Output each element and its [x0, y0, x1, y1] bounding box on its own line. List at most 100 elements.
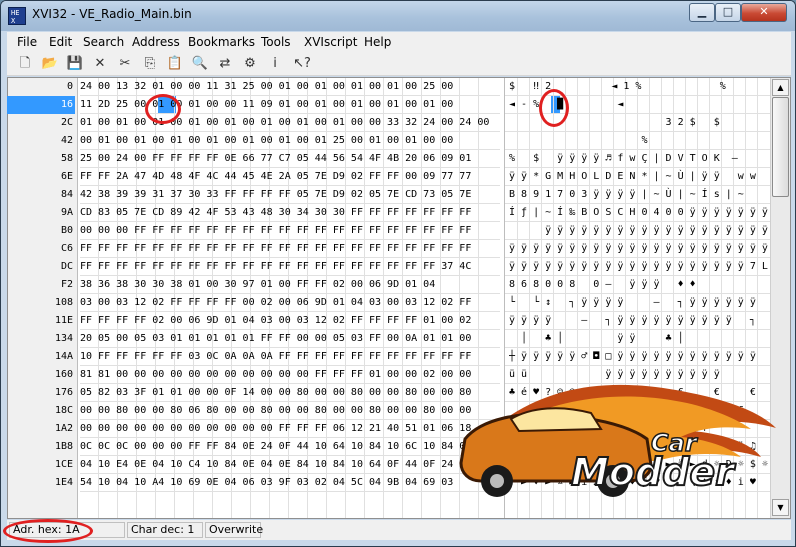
char-row[interactable]: ÿ ÿ ÿ ÿ ÿ ÿ ÿ ÿ ÿ ÿ ÿ ÿ ÿ ÿ ÿ ÿ ÿ ÿ ÿ — [509, 222, 769, 240]
hex-row[interactable]: FF FF FF FF FF FF FF FF FF FF FF FF FF F… — [80, 258, 500, 276]
hex-row[interactable]: 54 10 04 10 A4 10 69 0E 04 06 03 9F 03 0… — [80, 474, 500, 492]
address-label: 11E — [54, 315, 73, 326]
char-row[interactable]: % — [509, 132, 769, 150]
address-label: 14A — [54, 351, 73, 362]
address-label: 176 — [54, 387, 73, 398]
menu-search[interactable]: Search — [83, 35, 124, 49]
logo-text-modder: Modder — [571, 450, 736, 494]
char-row[interactable]: ÿ ÿ ÿ ÿ – ┐ ÿ ÿ ÿ ÿ ÿ ÿ ÿ ÿ ÿ ÿ ┐ — [509, 312, 769, 330]
hex-row[interactable]: FF FF FF FF FF FF FF FF FF FF FF FF FF F… — [80, 240, 500, 258]
char-row[interactable]: │ ♣ │ ÿ ÿ ♣ │ — [509, 330, 769, 348]
info-icon[interactable]: ⅰ — [265, 54, 285, 74]
new-file-icon[interactable]: 🗋 — [15, 54, 35, 74]
char-row[interactable]: ÿ ÿ ÿ ÿ ÿ ÿ ÿ ÿ ÿ ÿ ÿ ÿ ÿ ÿ ÿ ÿ ÿ ÿ ÿ ÿ … — [509, 258, 769, 276]
cut-icon[interactable]: ✂ — [115, 54, 135, 74]
address-label: 0 — [66, 81, 73, 92]
find-icon[interactable]: 🔍 — [190, 54, 210, 74]
address-column: 0 16 2C 42 58 6E 84 9A B0 C6 DC F2 108 11E 134 14A 160 17… — [7, 78, 78, 518]
menu-bar: File Edit Search Address Bookmarks Tools… — [7, 32, 791, 52]
menu-bookmarks[interactable]: Bookmarks — [188, 35, 255, 49]
hex-row[interactable]: 38 36 38 30 30 38 01 00 30 97 01 00 FF F… — [80, 276, 500, 294]
hex-row[interactable]: 10 FF FF FF FF FF 03 0C 0A 0A 0A FF FF F… — [80, 348, 500, 366]
hex-row[interactable]: 11 2D 25 00 01 00 01 00 00 11 09 01 00 0… — [80, 96, 500, 114]
minimize-button[interactable]: ▁ — [689, 3, 715, 22]
close-button[interactable]: ✕ — [741, 3, 787, 22]
address-label: C6 — [60, 243, 73, 254]
menu-edit[interactable]: Edit — [49, 35, 72, 49]
open-folder-icon[interactable]: 📂 — [40, 54, 60, 74]
save-icon[interactable]: 💾 — [65, 54, 85, 74]
address-label: 1B8 — [54, 441, 73, 452]
address-label: 84 — [60, 189, 73, 200]
hex-row[interactable]: 42 38 39 39 31 37 30 33 FF FF FF FF 05 7… — [80, 186, 500, 204]
address-label: 160 — [54, 369, 73, 380]
paste-icon[interactable]: 📋 — [165, 54, 185, 74]
address-label: 2C — [60, 117, 73, 128]
char-row[interactable]: B 8 9 1 7 0 3 ÿ ÿ ÿ ÿ | ~ Ù | ~ Í s | ~ — [509, 186, 769, 204]
address-label: 1A2 — [54, 423, 73, 434]
hex-row[interactable]: 20 05 00 05 03 01 01 01 01 01 FF FF 00 0… — [80, 330, 500, 348]
car-modder-logo: Car Modder — [459, 384, 776, 497]
settings-icon[interactable]: ⚙ — [240, 54, 260, 74]
char-highlight-circle — [539, 89, 569, 127]
delete-icon[interactable]: ✕ — [90, 54, 110, 74]
maximize-button[interactable]: □ — [715, 3, 741, 22]
hex-row[interactable]: 0C 0C 0C 00 00 00 FF FF 84 0E 24 0F 44 1… — [80, 438, 500, 456]
hex-row[interactable]: FF FF 2A 47 4D 48 4F 4C 44 45 4E 2A 05 7… — [80, 168, 500, 186]
hex-row[interactable]: 00 00 80 00 00 80 06 80 00 00 80 00 00 8… — [80, 402, 500, 420]
char-row[interactable]: ÿ ÿ ÿ ÿ ÿ ÿ ÿ ÿ ÿ ÿ ÿ ÿ ÿ ÿ ÿ ÿ ÿ ÿ ÿ ÿ … — [509, 240, 769, 258]
status-char-dec: Char dec: 1 — [127, 522, 203, 538]
hex-row[interactable]: 00 01 00 01 00 01 00 01 00 01 00 01 00 0… — [80, 132, 500, 150]
hex-pane[interactable]: 24 00 13 32 01 00 00 11 31 25 00 01 00 0… — [80, 78, 500, 518]
hex-row[interactable]: 05 82 03 3F 01 01 00 00 0F 14 00 00 80 0… — [80, 384, 500, 402]
help-icon[interactable]: ↖? — [290, 54, 314, 74]
hex-highlight-circle — [145, 94, 181, 124]
menu-file[interactable]: File — [17, 35, 37, 49]
menu-help[interactable]: Help — [364, 35, 391, 49]
scroll-thumb[interactable] — [772, 97, 789, 197]
hex-row[interactable]: 25 00 24 00 FF FF FF FF 0E 66 77 C7 05 4… — [80, 150, 500, 168]
address-label: 16 — [7, 96, 75, 114]
status-mode: Overwrite — [205, 522, 263, 538]
hex-row[interactable]: 01 00 01 00 01 00 01 00 01 00 01 00 01 0… — [80, 114, 500, 132]
menu-address[interactable]: Address — [132, 35, 180, 49]
replace-icon[interactable]: ⇄ — [215, 54, 235, 74]
address-label: 18C — [54, 405, 73, 416]
address-label: 134 — [54, 333, 73, 344]
hex-row[interactable]: 04 10 E4 0E 04 10 C4 10 84 0E 04 0E 84 1… — [80, 456, 500, 474]
address-label: 42 — [60, 135, 73, 146]
hex-row[interactable]: 24 00 13 32 01 00 00 11 31 25 00 01 00 0… — [80, 78, 500, 96]
hex-row[interactable]: 03 00 03 12 02 FF FF FF FF 00 02 00 06 9… — [80, 294, 500, 312]
char-row[interactable]: └ └ ↕ ┐ ÿ ÿ ÿ ÿ – ┐ ÿ ÿ ÿ ÿ ÿ ÿ — [509, 294, 769, 312]
copy-icon[interactable]: ⎘ — [140, 54, 160, 74]
address-label: DC — [60, 261, 73, 272]
address-label: F2 — [60, 279, 73, 290]
menu-tools[interactable]: Tools — [261, 35, 291, 49]
address-label: 1E4 — [54, 477, 73, 488]
address-label: 6E — [60, 171, 73, 182]
char-row[interactable]: 8 6 8 0 0 8 0 – ÿ ÿ ÿ ♦ ♦ — [509, 276, 769, 294]
address-label: 9A — [60, 207, 73, 218]
address-label: 108 — [54, 297, 73, 308]
status-highlight-circle — [3, 519, 93, 543]
window-title: XVI32 - VE_Radio_Main.bin — [32, 7, 192, 21]
scroll-up-icon[interactable]: ▲ — [772, 79, 789, 96]
address-label: 58 — [60, 153, 73, 164]
char-row[interactable]: ÿ ÿ * G M H O L D E N * | ~ Ù | ÿ ÿ w w — [509, 168, 769, 186]
hex-row[interactable]: 81 81 00 00 00 00 00 00 00 00 00 00 00 F… — [80, 366, 500, 384]
hex-row[interactable]: 00 00 00 00 00 00 00 00 00 00 00 FF FF F… — [80, 420, 500, 438]
hex-row[interactable]: CD 83 05 7E CD 89 42 4F 53 43 48 30 34 3… — [80, 204, 500, 222]
status-bar: Adr. hex: 1A Char dec: 1 Overwrite — [7, 520, 791, 540]
char-row[interactable]: ┼ ÿ ÿ ÿ ÿ ÿ ♂ ◘ □ ÿ ÿ ÿ ÿ ÿ ÿ ÿ ÿ ÿ ÿ ÿ … — [509, 348, 769, 366]
app-icon[interactable]: HE X — [8, 7, 26, 25]
address-label: 1CE — [54, 459, 73, 470]
char-row[interactable]: Í ƒ | ~ Í ‰ B O S C H 0 4 0 0 ÿ ÿ ÿ ÿ ÿ … — [509, 204, 769, 222]
title-bar[interactable]: HE X XVI32 - VE_Radio_Main.bin ▁ □ ✕ — [1, 1, 795, 31]
menu-xviscript[interactable]: XVIscript — [304, 35, 357, 49]
address-label: B0 — [60, 225, 73, 236]
hex-row[interactable]: 00 00 00 FF FF FF FF FF FF FF FF FF FF F… — [80, 222, 500, 240]
hex-row[interactable]: FF FF FF FF 02 00 06 9D 01 04 03 00 03 1… — [80, 312, 500, 330]
char-row[interactable]: % $ ÿ ÿ ÿ ÿ ♬ f w Ç | D V T O K – — [509, 150, 769, 168]
toolbar: 🗋 📂 💾 ✕ ✂ ⎘ 📋 🔍 ⇄ ⚙ ⅰ ↖? — [7, 52, 791, 76]
application-window: HE X XVI32 - VE_Radio_Main.bin ▁ □ ✕ Fil… — [0, 0, 796, 547]
